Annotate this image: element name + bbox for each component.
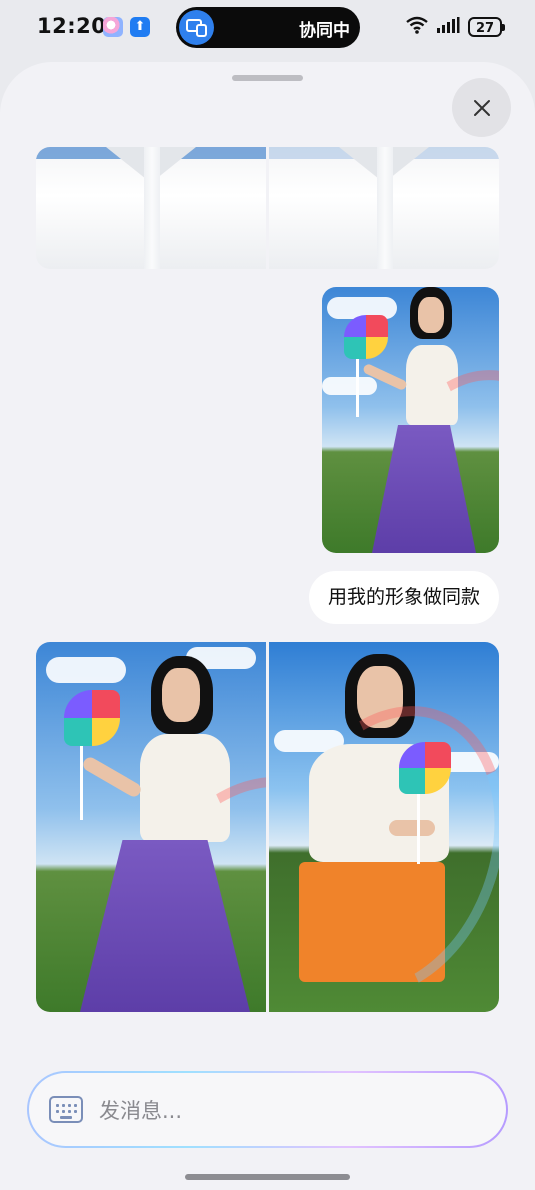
close-button[interactable]	[452, 78, 511, 137]
sheet-grabber[interactable]	[232, 75, 303, 81]
collaboration-island[interactable]: 协同中	[176, 7, 360, 48]
status-time: 12:20	[37, 14, 107, 38]
keyboard-icon[interactable]	[49, 1096, 83, 1123]
status-indicators: 27	[406, 16, 505, 38]
generated-image-pair	[36, 642, 499, 1012]
user-message-bubble[interactable]: 用我的形象做同款	[308, 571, 499, 624]
chat-sheet: 用我的形象做同款 发消息...	[0, 62, 535, 1190]
screen-share-icon	[179, 10, 214, 45]
upload-app-icon: ⬆	[130, 17, 150, 37]
generated-image-purple-skirt[interactable]	[36, 642, 266, 1012]
assistant-app-icon	[103, 17, 123, 37]
generated-image-orange-shorts[interactable]	[269, 642, 499, 1012]
island-status-text: 协同中	[299, 21, 350, 41]
message-input[interactable]: 发消息...	[29, 1073, 506, 1146]
status-bar: 12:20 ⬆ 协同中 27	[0, 0, 535, 58]
message-input-placeholder: 发消息...	[99, 1098, 183, 1123]
generated-image-pair-previous	[36, 147, 499, 269]
wifi-icon	[406, 16, 428, 38]
close-icon	[473, 99, 490, 116]
reference-photo[interactable]	[322, 287, 499, 553]
shirt-image-right[interactable]	[269, 147, 499, 269]
shirt-image-left[interactable]	[36, 147, 266, 269]
home-indicator[interactable]	[185, 1174, 350, 1180]
signal-icon	[436, 16, 460, 38]
battery-indicator: 27	[468, 17, 505, 37]
message-input-frame: 发消息...	[27, 1071, 508, 1148]
